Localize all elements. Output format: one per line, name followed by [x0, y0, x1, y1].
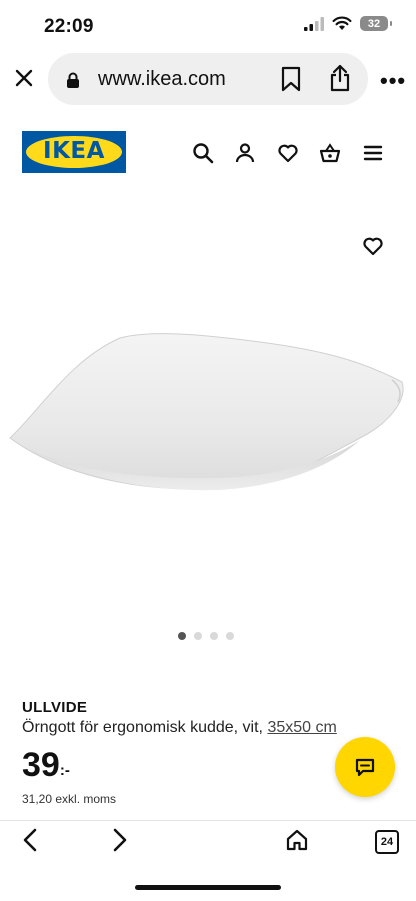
- product-description: Örngott för ergonomisk kudde, vit, 35x50…: [22, 719, 337, 737]
- tabs-button[interactable]: 24: [375, 830, 399, 854]
- carousel-dot[interactable]: [226, 632, 234, 640]
- wifi-icon: [332, 16, 352, 30]
- price-excl-vat: 31,20 exkl. moms: [22, 792, 117, 806]
- back-arrow-icon[interactable]: [20, 828, 42, 852]
- search-icon[interactable]: [192, 142, 214, 164]
- price-value: 39: [22, 746, 60, 784]
- forward-arrow-icon[interactable]: [108, 828, 130, 852]
- lock-icon: [67, 72, 79, 88]
- product-description-text: Örngott för ergonomisk kudde, vit,: [22, 719, 268, 736]
- logo-text: IKEA: [43, 138, 105, 164]
- image-carousel-dots[interactable]: [178, 632, 234, 640]
- battery-indicator: 32: [360, 16, 392, 31]
- user-icon[interactable]: [234, 142, 256, 164]
- chat-button[interactable]: [335, 737, 395, 797]
- ikea-logo[interactable]: IKEA: [22, 131, 126, 173]
- product-image[interactable]: [0, 320, 416, 500]
- status-time: 22:09: [44, 16, 94, 37]
- carousel-dot[interactable]: [178, 632, 186, 640]
- menu-icon[interactable]: [362, 142, 384, 164]
- url-text[interactable]: www.ikea.com: [98, 68, 226, 91]
- more-menu-button[interactable]: •••: [380, 68, 406, 94]
- chat-icon: [355, 758, 375, 777]
- share-icon[interactable]: [328, 64, 352, 92]
- cellular-signal-icon: [304, 16, 324, 31]
- home-indicator: [135, 885, 281, 890]
- carousel-dot[interactable]: [194, 632, 202, 640]
- product-name: ULLVIDE: [22, 699, 88, 716]
- heart-icon[interactable]: [277, 142, 299, 164]
- bookmark-icon[interactable]: [280, 66, 302, 92]
- status-icons: 32: [304, 16, 392, 31]
- wishlist-heart-icon[interactable]: [362, 235, 384, 257]
- close-icon[interactable]: [12, 66, 36, 90]
- shopping-basket-icon[interactable]: [319, 142, 341, 164]
- size-link[interactable]: 35x50 cm: [267, 719, 336, 736]
- product-price: 39:-: [22, 748, 70, 782]
- price-suffix: :-: [59, 762, 70, 779]
- carousel-dot[interactable]: [210, 632, 218, 640]
- home-icon[interactable]: [286, 829, 308, 851]
